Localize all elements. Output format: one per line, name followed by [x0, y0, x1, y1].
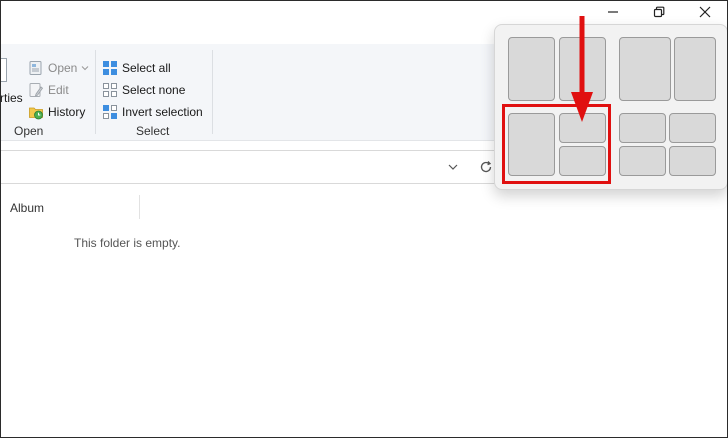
snap-zone-half-right[interactable] [674, 37, 716, 101]
select-all-button[interactable]: Select all [102, 58, 171, 78]
refresh-icon [480, 161, 492, 173]
refresh-button[interactable] [477, 158, 495, 176]
select-all-label: Select all [122, 61, 171, 75]
ribbon-group-select-label: Select [136, 124, 170, 138]
select-none-button[interactable]: Select none [102, 80, 185, 100]
properties-button[interactable]: rties [0, 88, 23, 108]
snap-zone-top-left[interactable] [619, 113, 666, 143]
close-icon [699, 6, 711, 18]
ribbon-group-select: Select all Select none Invert selection … [100, 50, 210, 138]
ribbon-group-open-label: Open [14, 124, 44, 138]
history-button[interactable]: History [28, 102, 85, 122]
properties-icon [0, 58, 7, 82]
select-none-icon [102, 82, 118, 98]
column-divider[interactable] [139, 195, 140, 219]
chevron-down-icon [448, 164, 458, 170]
title-bar [0, 0, 728, 24]
select-all-icon [102, 60, 118, 76]
column-header-album[interactable]: Album [10, 201, 44, 215]
close-button[interactable] [682, 0, 728, 24]
history-label: History [48, 105, 86, 119]
invert-selection-icon [102, 104, 118, 120]
chevron-down-icon [82, 66, 89, 71]
history-icon [28, 104, 44, 120]
ribbon-group-open: rties Open Edit History Open [0, 50, 90, 138]
snap-zone-bottom-right[interactable] [669, 146, 716, 176]
edit-icon [28, 82, 44, 98]
highlight-box [502, 104, 611, 184]
select-none-label: Select none [122, 83, 186, 97]
restore-icon [653, 6, 665, 18]
edit-button[interactable]: Edit [28, 80, 69, 100]
snap-zone-top-right[interactable] [669, 113, 716, 143]
restore-button[interactable] [636, 0, 682, 24]
open-icon [28, 60, 44, 76]
properties-label: rties [0, 91, 23, 105]
open-label: Open [48, 61, 78, 75]
edit-label: Edit [48, 83, 69, 97]
address-history-dropdown[interactable] [444, 158, 462, 176]
invert-selection-button[interactable]: Invert selection [102, 102, 203, 122]
empty-folder-message: This folder is empty. [74, 236, 181, 250]
open-button[interactable]: Open [28, 58, 89, 78]
snap-zone-half-left[interactable] [619, 37, 671, 101]
ribbon-separator [212, 50, 213, 134]
snap-zone-bottom-left[interactable] [619, 146, 666, 176]
minimize-icon [608, 11, 618, 13]
ribbon-separator [95, 50, 96, 134]
minimize-button[interactable] [590, 0, 636, 24]
down-arrow-annotation [571, 16, 593, 122]
invert-selection-label: Invert selection [122, 105, 203, 119]
snap-zone-half-left[interactable] [508, 37, 555, 101]
